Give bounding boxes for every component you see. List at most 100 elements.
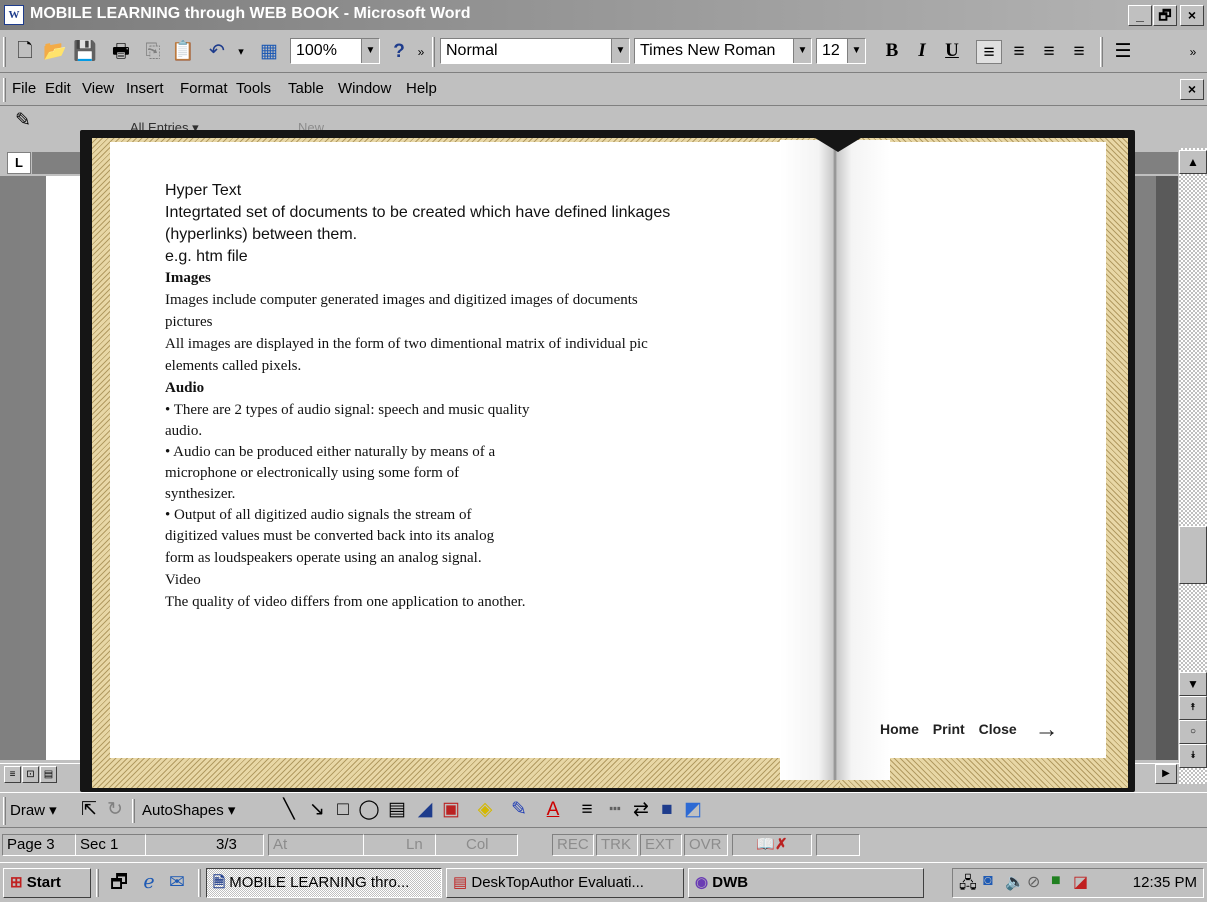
menu-format[interactable]: Format bbox=[180, 80, 228, 97]
wordart-icon[interactable]: ◢ bbox=[414, 798, 436, 822]
web-layout-view-icon[interactable]: ⊡ bbox=[22, 766, 39, 783]
select-browse-object-button[interactable]: ○ bbox=[1179, 720, 1207, 744]
select-objects-icon[interactable]: ⇱ bbox=[78, 798, 100, 822]
status-trk[interactable]: TRK bbox=[596, 834, 638, 856]
chevron-down-icon[interactable]: ▼ bbox=[361, 39, 379, 63]
oval-icon[interactable]: ◯ bbox=[358, 798, 380, 822]
font-size-select[interactable]: 12 ▼ bbox=[816, 38, 866, 64]
vertical-scrollbar[interactable]: ▲ ▼ ⯭ ○ ⯯ bbox=[1179, 148, 1207, 784]
menu-table[interactable]: Table bbox=[288, 80, 324, 97]
close-link[interactable]: Close bbox=[979, 721, 1017, 737]
start-button[interactable]: ⊞ Start bbox=[3, 868, 91, 898]
toolbar-grip[interactable] bbox=[1100, 37, 1103, 67]
fill-color-icon[interactable]: ◈ bbox=[474, 798, 496, 822]
draw-menu-button[interactable]: Draw ▾ bbox=[10, 801, 57, 819]
shadow-icon[interactable]: ■ bbox=[656, 798, 678, 822]
toolbar-grip[interactable] bbox=[3, 797, 6, 825]
scroll-right-button[interactable]: ▶ bbox=[1155, 764, 1177, 784]
word-app-icon[interactable]: W bbox=[4, 5, 24, 25]
print-icon[interactable]: 🖶 bbox=[108, 40, 134, 64]
line-icon[interactable]: ╲ bbox=[278, 798, 300, 822]
show-desktop-icon[interactable]: 🗗 bbox=[106, 871, 132, 895]
undo-dropdown-icon[interactable]: ▾ bbox=[228, 40, 254, 64]
normal-view-icon[interactable]: ≡ bbox=[4, 766, 21, 783]
print-link[interactable]: Print bbox=[933, 721, 965, 737]
next-page-button[interactable]: ⯯ bbox=[1179, 744, 1207, 768]
toolbar-grip[interactable] bbox=[432, 37, 435, 67]
menubar-grip[interactable] bbox=[3, 78, 6, 102]
chevron-down-icon[interactable]: ▼ bbox=[847, 39, 865, 63]
tray-color-icon[interactable]: ■ bbox=[1051, 872, 1061, 890]
zoom-select[interactable]: 100% ▼ bbox=[290, 38, 380, 64]
bullets-icon[interactable]: ☰ bbox=[1110, 40, 1136, 64]
more-buttons-icon[interactable]: » bbox=[408, 40, 434, 64]
align-center-icon[interactable]: ≡ bbox=[1006, 40, 1032, 64]
chevron-down-icon[interactable]: ▼ bbox=[793, 39, 811, 63]
close-button[interactable]: × bbox=[1180, 5, 1204, 26]
scroll-down-button[interactable]: ▼ bbox=[1179, 672, 1207, 696]
italic-button[interactable]: I bbox=[908, 38, 936, 64]
spelling-status-icon[interactable]: 📖✗ bbox=[732, 834, 812, 856]
style-select[interactable]: Normal ▼ bbox=[440, 38, 630, 64]
task-desktopauthor[interactable]: ▤ DeskTopAuthor Evaluati... bbox=[446, 868, 684, 898]
bold-button[interactable]: B bbox=[878, 38, 906, 64]
menu-edit[interactable]: Edit bbox=[45, 80, 71, 97]
maximize-button[interactable]: 🗗 bbox=[1153, 5, 1177, 26]
autoshapes-menu-button[interactable]: AutoShapes ▾ bbox=[142, 801, 235, 819]
reviewing-comment-icon[interactable]: ✎ bbox=[10, 109, 36, 133]
tables-and-borders-icon[interactable]: ▦ bbox=[256, 40, 282, 64]
ruler-tab-selector[interactable]: L bbox=[7, 152, 31, 174]
justify-icon[interactable]: ≡ bbox=[1066, 40, 1092, 64]
menu-tools[interactable]: Tools bbox=[236, 80, 271, 97]
menu-view[interactable]: View bbox=[82, 80, 114, 97]
align-left-icon[interactable]: ≡ bbox=[976, 40, 1002, 64]
line-style-icon[interactable]: ≡ bbox=[576, 798, 598, 822]
status-ext[interactable]: EXT bbox=[640, 834, 682, 856]
open-icon[interactable]: 📂 bbox=[42, 40, 68, 64]
clip-art-icon[interactable]: ▣ bbox=[440, 798, 462, 822]
next-page-arrow-icon[interactable]: → bbox=[1035, 716, 1059, 743]
task-word-document[interactable]: 🗎 MOBILE LEARNING thro... bbox=[206, 868, 442, 898]
clock[interactable]: 12:35 PM bbox=[1133, 874, 1197, 891]
print-layout-view-icon[interactable]: ▤ bbox=[40, 766, 57, 783]
tray-app-icon[interactable]: ◙ bbox=[983, 872, 993, 890]
more-buttons-icon[interactable]: » bbox=[1180, 40, 1206, 64]
status-rec[interactable]: REC bbox=[552, 834, 594, 856]
task-dwb[interactable]: ◉ DWB bbox=[688, 868, 924, 898]
paste-icon[interactable]: 📋 bbox=[170, 40, 196, 64]
font-color-icon[interactable]: A bbox=[542, 798, 564, 822]
menu-file[interactable]: File bbox=[12, 80, 36, 97]
text-box-icon[interactable]: ▤ bbox=[386, 798, 408, 822]
toolbar-grip[interactable] bbox=[3, 37, 6, 67]
align-right-icon[interactable]: ≡ bbox=[1036, 40, 1062, 64]
underline-button[interactable]: U bbox=[938, 38, 966, 64]
rectangle-icon[interactable]: □ bbox=[332, 798, 354, 822]
scroll-up-button[interactable]: ▲ bbox=[1179, 150, 1207, 174]
minimize-button[interactable]: _ bbox=[1128, 5, 1152, 26]
font-select[interactable]: Times New Roman ▼ bbox=[634, 38, 812, 64]
status-ovr[interactable]: OVR bbox=[684, 834, 728, 856]
free-rotate-icon[interactable]: ↻ bbox=[104, 798, 126, 822]
outlook-express-icon[interactable]: ✉ bbox=[164, 871, 190, 895]
menu-help[interactable]: Help bbox=[406, 80, 437, 97]
line-color-icon[interactable]: ✎ bbox=[508, 798, 530, 822]
menu-insert[interactable]: Insert bbox=[126, 80, 164, 97]
save-icon[interactable]: 💾 bbox=[72, 40, 98, 64]
volume-icon[interactable]: 🔈 bbox=[1005, 872, 1025, 892]
dash-style-icon[interactable]: ┅ bbox=[604, 798, 626, 822]
arrow-icon[interactable]: ↘ bbox=[306, 798, 328, 822]
close-document-button[interactable]: × bbox=[1180, 79, 1204, 100]
3d-icon[interactable]: ◩ bbox=[682, 798, 704, 822]
tray-network-icon[interactable]: 🖧 bbox=[959, 872, 977, 899]
scroll-thumb[interactable] bbox=[1179, 526, 1207, 584]
new-document-icon[interactable]: 🗋 bbox=[12, 40, 38, 64]
arrow-style-icon[interactable]: ⇄ bbox=[630, 798, 652, 822]
tray-satellite-icon[interactable]: ⊘ bbox=[1027, 872, 1040, 892]
copy-icon[interactable]: ⎘ bbox=[140, 40, 166, 64]
internet-explorer-icon[interactable]: ℯ bbox=[136, 871, 162, 895]
menu-window[interactable]: Window bbox=[338, 80, 391, 97]
chevron-down-icon[interactable]: ▼ bbox=[611, 39, 629, 63]
tray-antivirus-icon[interactable]: ◪ bbox=[1073, 872, 1088, 892]
home-link[interactable]: Home bbox=[880, 721, 919, 737]
previous-page-button[interactable]: ⯭ bbox=[1179, 696, 1207, 720]
